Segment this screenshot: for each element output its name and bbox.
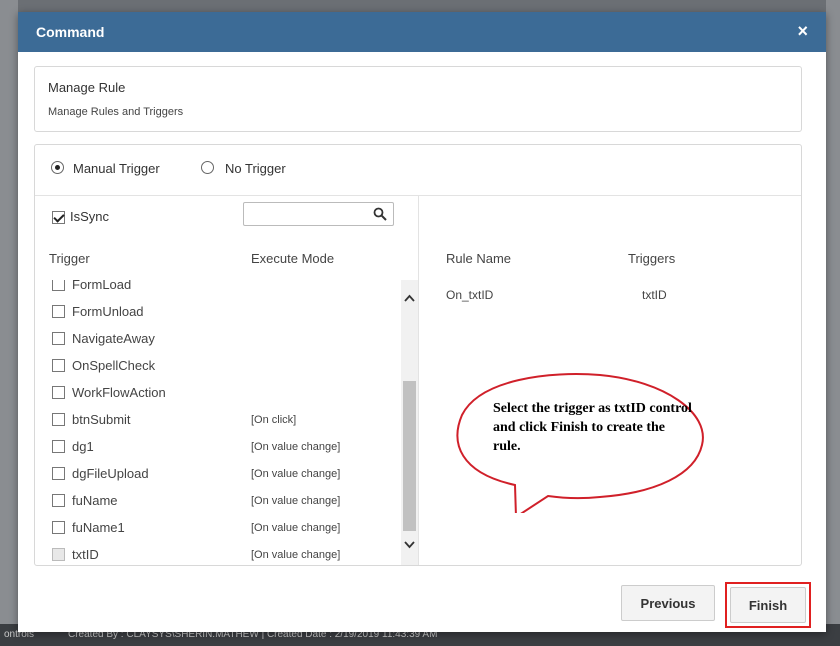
dialog-title: Command [36,24,105,40]
trigger-name: NavigateAway [72,331,155,346]
manage-rule-title: Manage Rule [48,80,126,95]
trigger-name: btnSubmit [72,412,131,427]
execute-mode: [On value change] [251,495,341,507]
list-item[interactable]: dgFileUpload [On value change] [35,460,401,487]
rule-name-column-header: Rule Name [446,251,512,266]
no-trigger-radio[interactable] [201,161,214,174]
dialog-footer: Previous Finish [18,568,826,632]
previous-button[interactable]: Previous [621,585,715,621]
trigger-name: OnSpellCheck [72,358,156,373]
trigger-column-header: Trigger [49,251,90,266]
trigger-list: FormLoad FormUnload NavigateAway OnSpell… [35,280,401,565]
rule-name-cell[interactable]: On_txtID [446,288,493,302]
search-input[interactable] [243,202,394,226]
trigger-checkbox[interactable] [52,413,65,426]
annotation-text: Select the trigger as txtID control and … [493,401,692,454]
trigger-name: fuName [72,493,118,508]
execute-mode: [On value change] [251,522,341,534]
list-item[interactable]: FormUnload [35,298,401,325]
manage-rule-subtitle: Manage Rules and Triggers [48,106,184,118]
trigger-checkbox[interactable] [52,440,65,453]
trigger-checkbox[interactable] [52,280,65,291]
manual-trigger-radio[interactable] [51,161,64,174]
trigger-name: FormLoad [72,280,132,292]
dialog-header: Command × [18,12,826,52]
list-item[interactable]: NavigateAway [35,325,401,352]
list-item[interactable]: dg1 [On value change] [35,433,401,460]
issync-checkbox[interactable] [52,211,65,224]
execute-mode: [On value change] [251,468,341,480]
trigger-checkbox[interactable] [52,359,65,372]
trigger-type-row: Manual Trigger No Trigger [35,145,801,196]
execute-mode-column-header: Execute Mode [251,251,335,266]
manage-rule-panel: Manage Rule Manage Rules and Triggers [34,66,802,132]
trigger-checkbox[interactable] [52,494,65,507]
list-item[interactable]: fuName [On value change] [35,487,401,514]
list-item[interactable]: FormLoad [35,280,401,298]
list-item[interactable]: fuName1 [On value change] [35,514,401,541]
close-icon[interactable]: × [797,21,808,42]
trigger-name: dgFileUpload [72,466,149,481]
trigger-checkbox[interactable] [52,467,65,480]
background-left-strip [0,0,18,646]
list-item[interactable]: OnSpellCheck [35,352,401,379]
background-right-strip [826,0,840,646]
no-trigger-label: No Trigger [225,161,286,176]
command-dialog: Command × Manage Rule Manage Rules and T… [18,12,826,632]
trigger-list-pane: IsSync Trigger Execute Mode FormLoad For… [35,196,419,565]
trigger-list-scrollbar[interactable] [401,280,418,565]
list-item[interactable]: txtID [On value change] [35,541,401,565]
trigger-checkbox[interactable] [52,521,65,534]
execute-mode: [On value change] [251,549,341,561]
trigger-name: FormUnload [72,304,144,319]
trigger-checkbox[interactable] [52,332,65,345]
trigger-name: txtID [72,547,99,562]
execute-mode: [On click] [251,414,297,426]
trigger-name: WorkFlowAction [72,385,166,400]
issync-label: IsSync [70,209,110,224]
finish-button[interactable]: Finish [730,587,806,623]
scrollbar-thumb[interactable] [403,381,416,531]
trigger-checkbox[interactable] [52,548,65,561]
trigger-name: dg1 [72,439,94,454]
chevron-up-icon[interactable] [403,292,416,305]
execute-mode: [On value change] [251,441,341,453]
trigger-checkbox[interactable] [52,386,65,399]
search-icon[interactable] [373,207,387,221]
trigger-checkbox[interactable] [52,305,65,318]
list-item[interactable]: WorkFlowAction [35,379,401,406]
triggers-column-header: Triggers [628,251,676,266]
chevron-down-icon[interactable] [403,538,416,551]
list-item[interactable]: btnSubmit [On click] [35,406,401,433]
rule-triggers-cell: txtID [642,288,667,302]
manual-trigger-label: Manual Trigger [73,161,160,176]
trigger-name: fuName1 [72,520,125,535]
